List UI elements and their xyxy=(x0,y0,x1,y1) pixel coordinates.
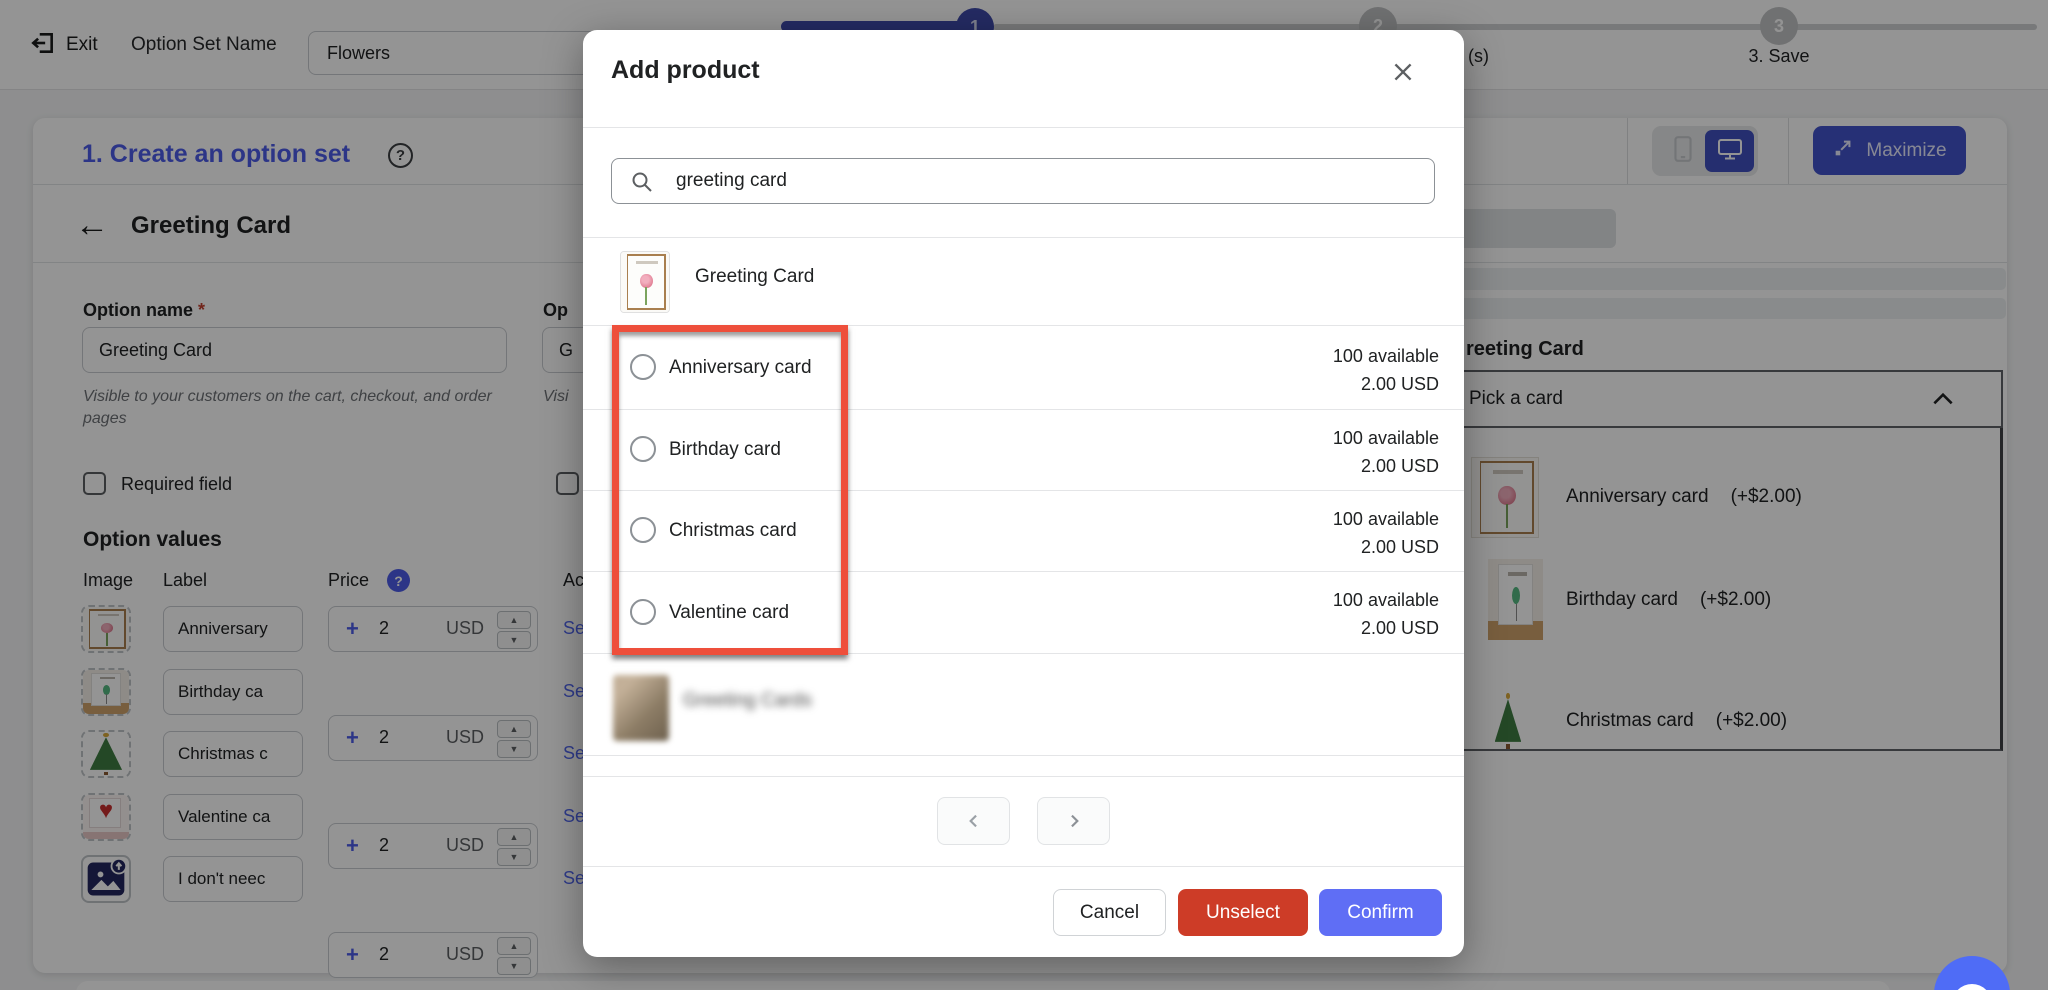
variant-available: 100 available xyxy=(1332,509,1439,529)
variant-price: 2.00 USD xyxy=(1360,456,1439,476)
product-search-input[interactable] xyxy=(674,159,1414,203)
confirm-button[interactable]: Confirm xyxy=(1319,889,1442,936)
variant-price: 2.00 USD xyxy=(1360,374,1439,394)
annotation-highlight-box xyxy=(612,325,848,655)
divider xyxy=(583,776,1464,777)
variant-available: 100 available xyxy=(1332,346,1439,366)
cancel-button[interactable]: Cancel xyxy=(1053,889,1166,936)
blurred-collection-thumbnail xyxy=(613,675,669,741)
variant-stock-price: 100 available 2.00 USD xyxy=(1239,586,1439,642)
variant-stock-price: 100 available 2.00 USD xyxy=(1239,342,1439,398)
variant-stock-price: 100 available 2.00 USD xyxy=(1239,424,1439,480)
variant-available: 100 available xyxy=(1332,428,1439,448)
product-search-field[interactable] xyxy=(611,158,1435,204)
previous-page-button[interactable] xyxy=(937,797,1010,845)
modal-title: Add product xyxy=(611,56,760,84)
app-screen: Exit Option Set Name 1 2 3 (s) 3. Save 1… xyxy=(0,0,2048,990)
product-title[interactable]: Greeting Card xyxy=(695,266,814,288)
next-page-button[interactable] xyxy=(1037,797,1110,845)
divider xyxy=(583,237,1464,238)
chat-bubble-icon xyxy=(1952,984,1992,990)
divider xyxy=(583,127,1464,128)
close-icon[interactable] xyxy=(1383,52,1423,92)
search-icon xyxy=(630,170,654,199)
product-thumbnail xyxy=(620,251,670,313)
divider xyxy=(583,755,1464,756)
unselect-button[interactable]: Unselect xyxy=(1178,889,1308,936)
divider xyxy=(583,866,1464,867)
variant-stock-price: 100 available 2.00 USD xyxy=(1239,505,1439,561)
variant-available: 100 available xyxy=(1332,590,1439,610)
variant-price: 2.00 USD xyxy=(1360,618,1439,638)
variant-price: 2.00 USD xyxy=(1360,537,1439,557)
blurred-collection-title[interactable]: Greeting Cards xyxy=(683,690,812,712)
